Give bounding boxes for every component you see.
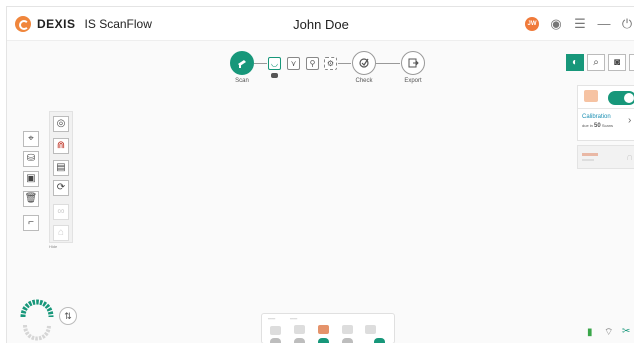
tool-thumb-icon[interactable] [270,326,281,335]
bite-icon[interactable]: ⚲ [306,57,319,70]
bottom-panel-label: ━━━━ [268,317,276,321]
disabled-panel: ∩ [577,145,634,169]
zoom-icon[interactable]: ⌕ [587,54,605,71]
tool-thumb-icon[interactable] [365,325,376,334]
calibration-due: due in 50 Scans [582,123,613,129]
calibration-due-suffix: Scans [601,123,613,128]
calibration-due-prefix: due in [582,123,593,128]
export-step-label: Export [404,78,422,84]
tool-thumb-icon[interactable] [318,325,329,334]
wifi-icon: ⌔ [604,327,614,338]
minimize-icon[interactable]: — [596,16,612,32]
app-window: DEXIS IS ScanFlow John Doe JW ◉ ☰ — ⏻ Sc… [6,6,634,343]
top-bar: DEXIS IS ScanFlow John Doe JW ◉ ☰ — ⏻ [7,7,634,41]
scanner-tip-icon [584,90,598,102]
jaw-model[interactable] [17,287,57,343]
scanner-toggle[interactable] [608,91,634,105]
color-icon[interactable]: ⋒ [53,138,69,154]
bottom-panel-label: ━━━━ [290,317,298,321]
bottom-tool-panel: ━━━━ ━━━━ [261,313,395,343]
scanner-settings-panel: Calibration due in 50 Scans › [577,85,634,141]
placeholder-bar [582,159,594,161]
save-icon[interactable]: ▤ [53,160,69,176]
check-icon [359,58,369,68]
tool-toggle[interactable] [294,338,305,343]
crop-icon[interactable]: ⌐ [23,215,39,231]
calibration-title: Calibration [582,114,611,120]
bite-faded-icon: ∩ [626,152,634,163]
patient-name: John Doe [293,17,349,32]
tool-toggle[interactable] [270,338,281,343]
battery-icon: ▮ [587,327,593,338]
flip-jaw-icon[interactable]: ⇅ [59,307,77,325]
settings-icon[interactable]: ⚙ [324,57,337,70]
close-icon[interactable]: × [629,54,634,71]
jaw-arch-icon [20,299,54,341]
user-avatar[interactable]: JW [525,17,539,31]
calibration-due-value: 50 [594,123,601,129]
stepper-line [338,63,351,64]
color-mode-icon[interactable]: ◐ [566,54,584,71]
lower-jaw-icon[interactable]: ⋎ [287,57,300,70]
camera-icon[interactable]: ◎ [53,116,69,132]
scanner-status-icon: ✂ [622,326,631,337]
select-tool-icon[interactable]: ⌖ [23,131,39,147]
disabled-icon: ⌂ [53,225,69,241]
check-step-label: Check [355,78,373,84]
camera-small-icon [271,73,278,78]
tool-toggle[interactable] [374,338,385,343]
lock-icon[interactable]: ⛁ [23,151,39,167]
menu-icon[interactable]: ☰ [572,16,588,32]
scan-step-button[interactable] [230,51,254,75]
divider [578,108,634,109]
placeholder-bar [582,153,598,156]
export-step-button[interactable] [401,51,425,75]
record-icon[interactable]: ◉ [548,16,564,32]
tool-toggle[interactable] [318,338,329,343]
tool-thumb-icon[interactable] [342,325,353,334]
snapshot-icon[interactable]: ◙ [608,54,626,71]
upper-jaw-icon[interactable]: ◡ [268,57,281,70]
chevron-right-icon[interactable]: › [628,115,631,126]
clip-icon[interactable]: ▣ [23,171,39,187]
export-icon [408,58,419,68]
stepper-line [376,63,400,64]
tool-thumb-icon[interactable] [294,325,305,334]
rotate-icon[interactable]: ⟳ [53,180,69,196]
trash-icon[interactable]: 🗑 [23,191,39,207]
scanner-icon [238,60,246,68]
disabled-icon: ∞ [53,204,69,220]
hide-toggle[interactable]: Hide [49,244,57,249]
tool-toggle[interactable] [342,338,353,343]
stepper-line [254,63,267,64]
check-step-button[interactable] [352,51,376,75]
scan-tools-panel: ◎ ⋒ ▤ ⟳ ∞ ⌂ [49,111,73,243]
power-icon[interactable]: ⏻ [619,16,634,32]
scan-step-label: Scan [235,78,249,84]
